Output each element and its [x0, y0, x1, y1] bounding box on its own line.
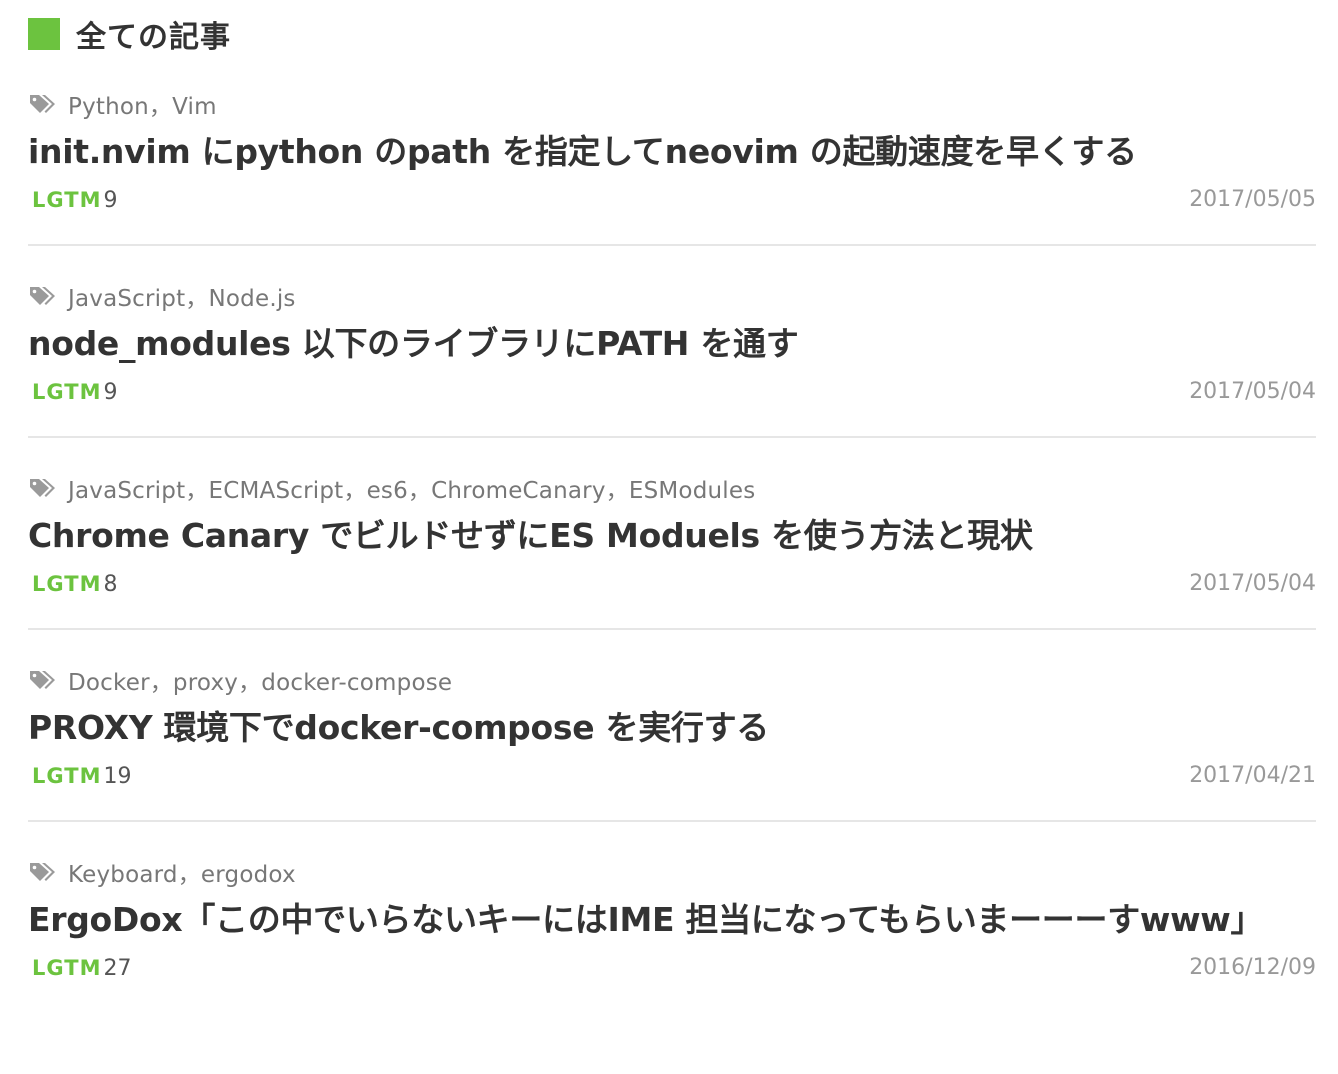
article-item: Keyboard，ergodox ErgoDox「この中でいらないキーにはIME…	[28, 822, 1316, 1012]
article-title-link[interactable]: Chrome Canary でビルドせずにES Moduels を使う方法と現状	[28, 508, 1316, 564]
tags-text[interactable]: Keyboard，ergodox	[68, 855, 296, 889]
lgtm-count: 27	[103, 955, 132, 981]
article-date: 2017/05/05	[1189, 187, 1316, 212]
lgtm-label: LGTM	[32, 764, 102, 788]
article-title-link[interactable]: node_modules 以下のライブラリにPATH を通す	[28, 316, 1316, 372]
lgtm-count: 9	[103, 379, 118, 405]
article-date: 2017/05/04	[1189, 571, 1316, 596]
article-tags: JavaScript，ECMAScript，es6，ChromeCanary，E…	[28, 468, 1316, 508]
section-title: 全ての記事	[76, 20, 231, 55]
article-tags: Keyboard，ergodox	[28, 852, 1316, 892]
lgtm-count: 8	[103, 571, 118, 597]
article-date: 2016/12/09	[1189, 955, 1316, 980]
lgtm-label: LGTM	[32, 956, 102, 980]
article-date: 2017/05/04	[1189, 379, 1316, 404]
article-meta: LGTM 27 2016/12/09	[28, 948, 1316, 988]
lgtm-count: 9	[103, 187, 118, 213]
article-tags: JavaScript，Node.js	[28, 276, 1316, 316]
article-meta: LGTM 9 2017/05/04	[28, 372, 1316, 412]
lgtm-label: LGTM	[32, 572, 102, 596]
article-title-link[interactable]: init.nvim にpython のpath を指定してneovim の起動速…	[28, 124, 1316, 180]
article-meta: LGTM 8 2017/05/04	[28, 564, 1316, 604]
tags-text[interactable]: JavaScript，ECMAScript，es6，ChromeCanary，E…	[68, 471, 755, 505]
tags-text[interactable]: Python，Vim	[68, 87, 217, 121]
article-item: Python，Vim init.nvim にpython のpath を指定して…	[28, 54, 1316, 246]
article-item: JavaScript，ECMAScript，es6，ChromeCanary，E…	[28, 438, 1316, 630]
tag-icon	[30, 287, 55, 305]
article-title-link[interactable]: ErgoDox「この中でいらないキーにはIME 担当になってもらいまーーーすww…	[28, 892, 1316, 948]
section-header: 全ての記事	[28, 14, 1316, 55]
lgtm-label: LGTM	[32, 380, 102, 404]
lgtm-count: 19	[103, 763, 132, 789]
article-list-section: 全ての記事 Python，Vim init.nvim にpython のpath…	[28, 14, 1316, 1012]
tag-icon	[30, 863, 55, 881]
tag-icon	[30, 479, 55, 497]
section-marker	[28, 18, 60, 50]
tags-text[interactable]: Docker，proxy，docker-compose	[68, 663, 452, 697]
article-meta: LGTM 9 2017/05/05	[28, 180, 1316, 220]
article-date: 2017/04/21	[1189, 763, 1316, 788]
tags-text[interactable]: JavaScript，Node.js	[68, 279, 296, 313]
article-tags: Docker，proxy，docker-compose	[28, 660, 1316, 700]
tag-icon	[30, 671, 55, 689]
article-item: Docker，proxy，docker-compose PROXY 環境下でdo…	[28, 630, 1316, 822]
article-item: JavaScript，Node.js node_modules 以下のライブラリ…	[28, 246, 1316, 438]
tag-icon	[30, 95, 55, 113]
article-title-link[interactable]: PROXY 環境下でdocker-compose を実行する	[28, 700, 1316, 756]
lgtm-label: LGTM	[32, 188, 102, 212]
article-meta: LGTM 19 2017/04/21	[28, 756, 1316, 796]
article-tags: Python，Vim	[28, 84, 1316, 124]
